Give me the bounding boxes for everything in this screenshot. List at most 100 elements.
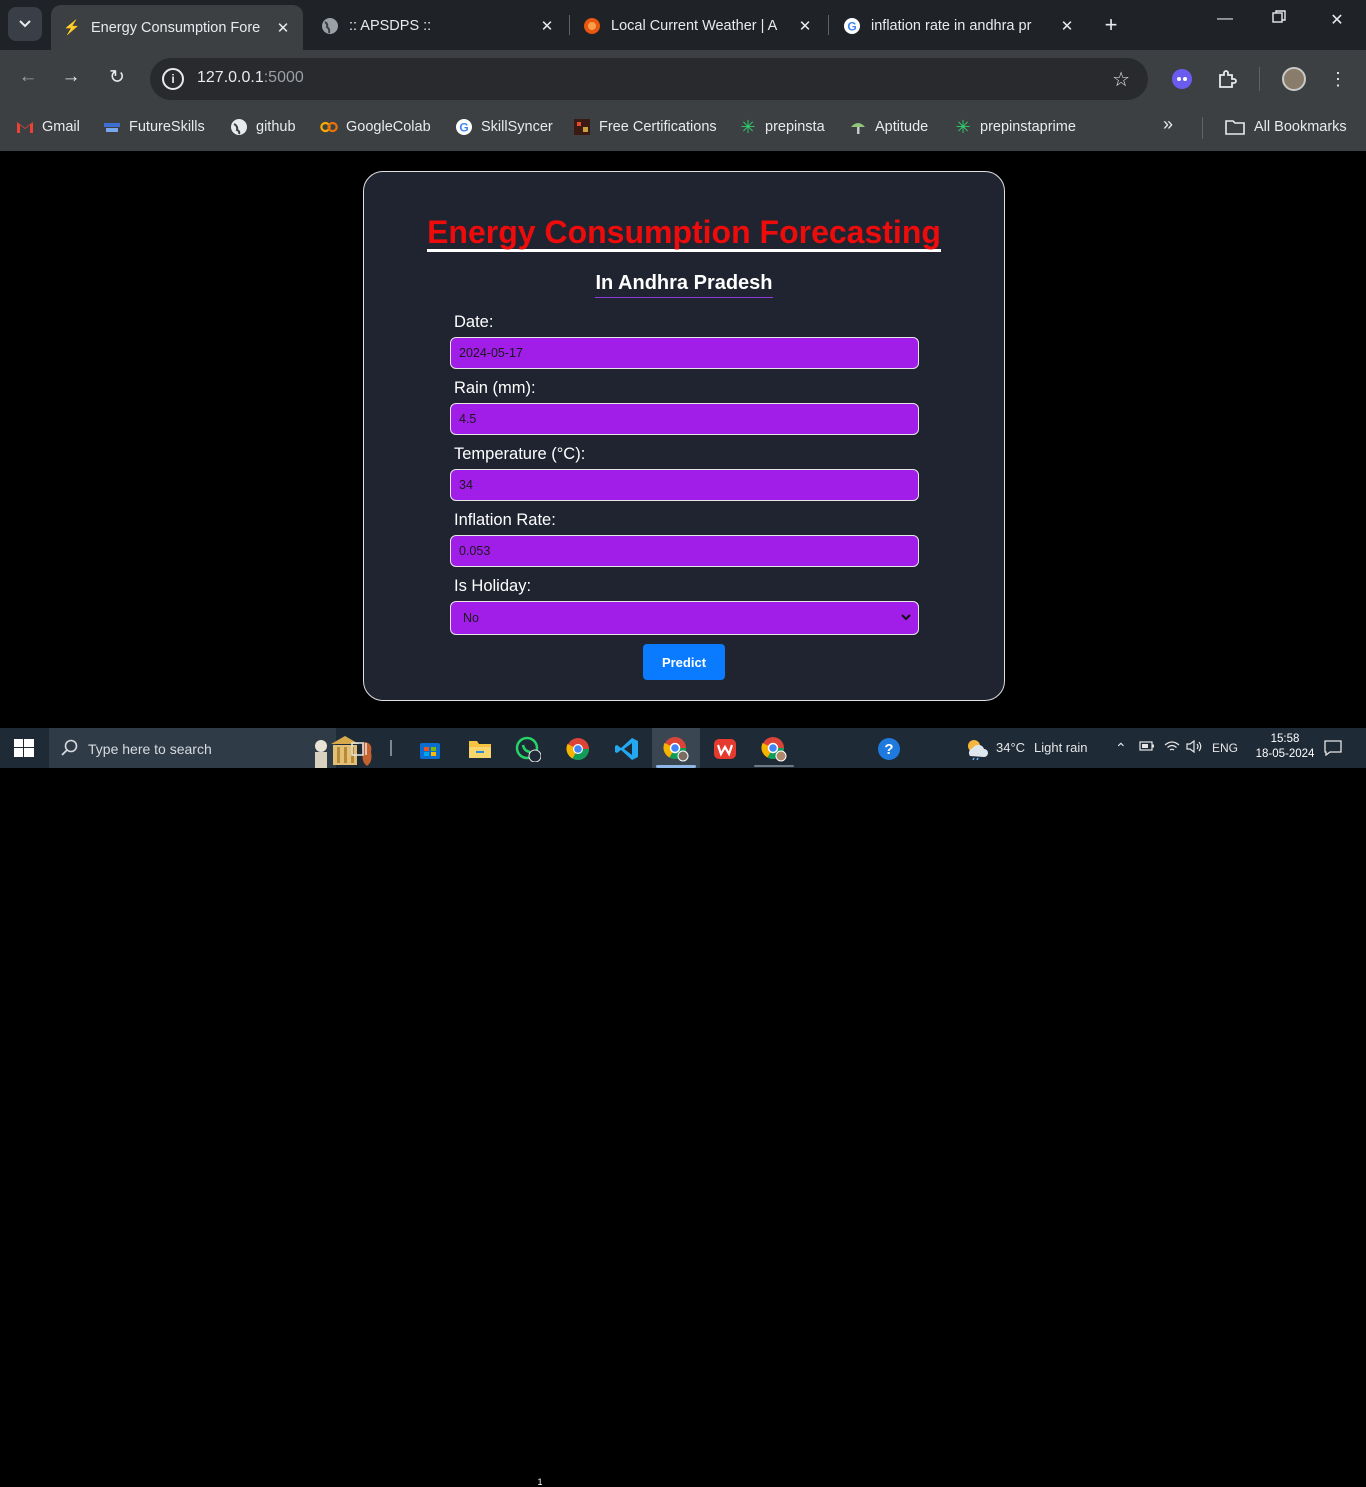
svg-text:G: G	[847, 19, 856, 33]
weather-cloud-sun-icon[interactable]	[964, 736, 990, 762]
prepinsta-icon: ✳	[955, 116, 971, 137]
chrome-icon[interactable]	[565, 736, 591, 762]
close-icon[interactable]: ✕	[271, 19, 295, 37]
taskbar-search-box[interactable]: Type here to search	[49, 728, 372, 768]
search-icon	[61, 739, 78, 756]
forecast-form-card: Energy Consumption Forecasting In Andhra…	[363, 171, 1005, 701]
svg-text:G: G	[459, 121, 468, 135]
chrome-second-profile-icon[interactable]	[761, 736, 787, 762]
profile-avatar[interactable]	[1282, 67, 1306, 91]
bookmark-label: SkillSyncer	[481, 119, 553, 135]
wps-office-icon[interactable]	[712, 736, 738, 762]
browser-toolbar: ← → ↻ i 127.0.0.1:5000 ☆ ⋮	[0, 50, 1366, 108]
is-holiday-label: Is Holiday:	[454, 577, 532, 595]
bookmark-free-certifications[interactable]: Free Certifications	[573, 117, 717, 137]
tab-inflation-search[interactable]: G inflation rate in andhra pr ✕	[831, 5, 1087, 46]
extensions-puzzle-icon[interactable]	[1215, 67, 1239, 91]
microsoft-store-icon[interactable]	[417, 736, 443, 762]
bookmark-label: prepinsta	[765, 119, 825, 135]
notifications-icon[interactable]	[1324, 740, 1342, 759]
new-tab-plus-icon[interactable]: +	[1098, 12, 1124, 38]
close-icon[interactable]: ✕	[1055, 17, 1079, 35]
tab-divider	[569, 15, 570, 35]
battery-icon[interactable]	[1139, 740, 1155, 755]
all-bookmarks-button[interactable]: All Bookmarks	[1224, 117, 1347, 137]
volume-icon[interactable]	[1186, 739, 1204, 756]
predict-button[interactable]: Predict	[643, 644, 725, 680]
wifi-icon[interactable]	[1164, 740, 1180, 756]
open-window-indicator	[754, 765, 794, 767]
globe-icon	[321, 17, 339, 35]
bookmark-label: GoogleColab	[346, 119, 431, 135]
bookmark-aptitude[interactable]: Aptitude	[849, 117, 928, 137]
windows-start-icon[interactable]	[14, 739, 34, 757]
file-explorer-icon[interactable]	[467, 736, 493, 762]
whatsapp-unread-badge: 1	[537, 1477, 543, 1487]
bookmark-gmail[interactable]: Gmail	[16, 117, 80, 137]
github-icon	[230, 118, 248, 136]
inflation-rate-input[interactable]: 0.053	[450, 535, 919, 567]
bookmark-futureskills[interactable]: FutureSkills	[103, 117, 205, 137]
url-host: 127.0.0.1	[197, 69, 264, 86]
temperature-label: Temperature (°C):	[454, 445, 586, 463]
page-viewport: Energy Consumption Forecasting In Andhra…	[0, 151, 1366, 728]
rain-input[interactable]: 4.5	[450, 403, 919, 435]
tab-energy-consumption[interactable]: ⚡ Energy Consumption Fore ✕	[51, 5, 303, 50]
svg-text:?: ?	[884, 741, 893, 758]
lightning-icon: ⚡	[63, 19, 81, 35]
tab-title: Local Current Weather | A	[611, 17, 778, 34]
input-language[interactable]: ENG	[1212, 741, 1238, 755]
is-holiday-select[interactable]: No	[450, 601, 919, 635]
bookmark-googlecolab[interactable]: GoogleColab	[320, 117, 431, 137]
inflation-rate-label: Inflation Rate:	[454, 511, 556, 529]
system-clock[interactable]: 15:58 18-05-2024	[1255, 732, 1315, 762]
close-icon[interactable]: ✕	[535, 17, 559, 35]
page-subtitle: In Andhra Pradesh	[364, 272, 1004, 298]
more-bookmarks-chevron-icon[interactable]: »	[1163, 114, 1173, 135]
bookmark-github[interactable]: github	[230, 117, 296, 137]
back-arrow-icon[interactable]: ←	[15, 66, 41, 88]
reload-icon[interactable]: ↻	[104, 66, 130, 89]
extension-robot-icon[interactable]	[1170, 67, 1194, 91]
page-subtitle-text: In Andhra Pradesh	[595, 272, 773, 298]
bookmark-prepinstaprime[interactable]: ✳ prepinstaprime	[954, 116, 1075, 137]
help-icon[interactable]: ?	[876, 736, 902, 762]
more-menu-icon[interactable]: ⋮	[1326, 67, 1350, 91]
minimize-icon[interactable]: —	[1210, 10, 1240, 28]
tab-title: inflation rate in andhra pr	[871, 17, 1032, 34]
restore-icon[interactable]	[1264, 10, 1294, 29]
futureskills-icon	[103, 118, 121, 136]
is-holiday-selected-value: No	[463, 611, 479, 625]
page-title-text: Energy Consumption Forecasting	[427, 214, 941, 252]
date-label: Date:	[454, 313, 494, 331]
address-bar[interactable]: i 127.0.0.1:5000 ☆	[150, 58, 1148, 100]
tab-search-dropdown-button[interactable]	[8, 7, 42, 41]
task-view-icon[interactable]	[347, 736, 373, 762]
close-icon[interactable]: ✕	[793, 17, 817, 35]
site-info-icon[interactable]: i	[162, 68, 184, 90]
bookmark-prepinsta[interactable]: ✳ prepinsta	[739, 116, 825, 137]
bookmark-label: FutureSkills	[129, 119, 205, 135]
url-text[interactable]: 127.0.0.1:5000	[197, 69, 304, 87]
weather-sun-icon	[583, 17, 601, 35]
bookmark-skillsyncer[interactable]: G SkillSyncer	[455, 117, 553, 137]
windows-taskbar: Type here to search 1 ? 34°C Light rain …	[0, 728, 1366, 1487]
tab-local-weather[interactable]: Local Current Weather | A ✕	[571, 5, 825, 46]
taskbar-divider	[390, 740, 392, 756]
bookmark-star-icon[interactable]: ☆	[1112, 67, 1130, 92]
show-hidden-icons-chevron-icon[interactable]: ⌃	[1115, 740, 1127, 757]
google-icon: G	[843, 17, 861, 35]
tab-title: :: APSDPS ::	[349, 17, 432, 34]
temperature-input[interactable]: 34	[450, 469, 919, 501]
page-title: Energy Consumption Forecasting	[364, 214, 1004, 252]
chrome-profile-window-icon[interactable]	[663, 736, 689, 762]
vscode-icon[interactable]	[614, 736, 640, 762]
window-close-icon[interactable]: ✕	[1322, 10, 1352, 30]
weather-temperature[interactable]: 34°C	[996, 740, 1025, 755]
weather-description[interactable]: Light rain	[1034, 740, 1087, 755]
whatsapp-icon[interactable]	[515, 736, 541, 762]
tab-apsdps[interactable]: :: APSDPS :: ✕	[309, 5, 567, 46]
prepinsta-icon: ✳	[740, 116, 756, 137]
forward-arrow-icon[interactable]: →	[58, 66, 84, 88]
date-input[interactable]: 2024-05-17	[450, 337, 919, 369]
